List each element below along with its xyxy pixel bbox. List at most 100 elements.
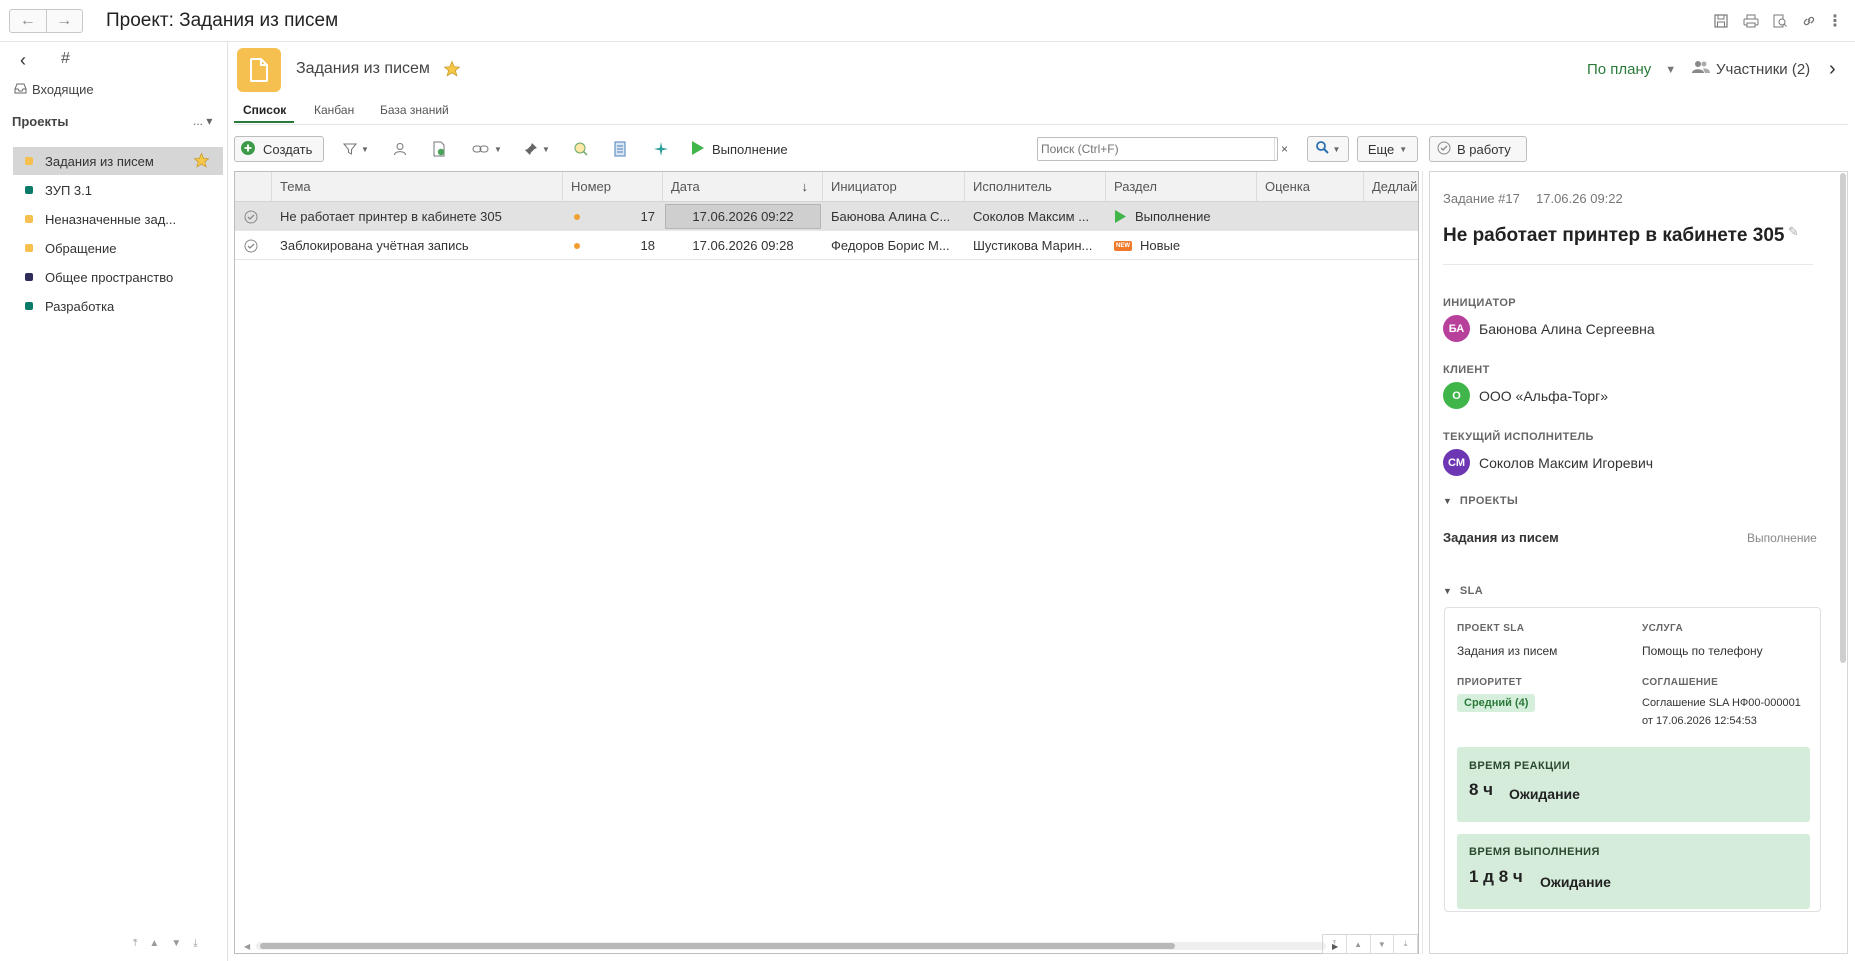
create-button[interactable]: Создать [234, 136, 324, 162]
participants-button[interactable]: Участники (2) [1692, 60, 1810, 78]
search-input[interactable] [1038, 138, 1273, 160]
table-header-section[interactable]: Раздел [1106, 172, 1257, 202]
grid-first-icon[interactable]: ⤒ [1323, 935, 1347, 953]
to-work-button[interactable]: В работу [1429, 136, 1527, 162]
sort-down-arrow-icon: ↓ [801, 179, 809, 194]
sidebar-item-label: Неназначенные зад... [45, 211, 177, 227]
tab-list[interactable]: Список [243, 103, 286, 117]
pin-icon[interactable]: ▼ [524, 139, 550, 159]
table-row[interactable]: Заблокирована учётная запись 18 17.06.20… [235, 231, 1418, 260]
document-refresh-icon[interactable] [432, 139, 446, 159]
chevron-down-icon: ▼ [1399, 144, 1408, 154]
sla-section-toggle[interactable]: ▼ SLA [1443, 585, 1483, 597]
cell-executor: Соколов Максим ... [973, 209, 1090, 224]
scroll-left-icon[interactable]: ◀ [244, 942, 250, 951]
sla-card: ПРОЕКТ SLA Задания из писем УСЛУГА Помощ… [1444, 607, 1821, 912]
sidebar-item-zup[interactable]: ЗУП 3.1 [13, 176, 223, 204]
link-chain-icon[interactable]: ▼ [472, 139, 502, 159]
sidebar-inbox[interactable]: Входящие [14, 82, 94, 97]
more-vertical-icon[interactable]: ⋮ [1826, 12, 1844, 30]
grid-last-icon[interactable]: ⤓ [1394, 935, 1417, 953]
print-icon[interactable] [1742, 12, 1760, 30]
project-color-dot [25, 302, 33, 310]
initiator-name[interactable]: Баюнова Алина Сергеевна [1479, 321, 1655, 337]
scroll-bottom-icon[interactable]: ⤓ [193, 938, 197, 949]
save-icon[interactable] [1712, 12, 1730, 30]
edit-pencil-icon[interactable]: ✎ [1788, 224, 1799, 240]
project-status: Выполнение [1747, 531, 1817, 545]
star-icon[interactable] [193, 152, 210, 172]
history-nav: ← → [9, 9, 83, 33]
scroll-up-icon[interactable]: ▲ [149, 938, 159, 949]
hash-icon[interactable]: # [61, 50, 70, 68]
row-status-icon[interactable] [235, 231, 272, 260]
sparkle-icon[interactable] [653, 139, 669, 159]
clear-search-icon[interactable]: × [1274, 138, 1294, 160]
plan-dropdown[interactable]: По плану ▼ [1587, 61, 1676, 78]
client-name[interactable]: ООО «Альфа-Торг» [1479, 388, 1608, 404]
row-status-icon[interactable] [235, 202, 272, 231]
priority-dot-icon [574, 213, 580, 220]
link-icon[interactable] [1800, 12, 1818, 30]
tab-kanban[interactable]: Канбан [314, 103, 354, 117]
more-button[interactable]: Еще ▼ [1357, 136, 1418, 162]
initiator-label: ИНИЦИАТОР [1443, 297, 1517, 309]
table-header-deadline[interactable]: Дедлай [1364, 172, 1418, 202]
tab-knowledge-base[interactable]: База знаний [380, 103, 449, 117]
number-value: 17 [640, 209, 655, 224]
table-header-status[interactable] [235, 172, 272, 202]
priority-badge: Средний (4) [1457, 694, 1536, 712]
preview-icon[interactable] [1771, 12, 1789, 30]
person-icon[interactable] [393, 139, 407, 159]
cell-date: 17.06.2026 09:22 [665, 204, 821, 229]
date-header-label: Дата [671, 179, 700, 194]
search-button[interactable]: ▼ [1307, 136, 1349, 162]
table-header-rating[interactable]: Оценка [1257, 172, 1364, 202]
scrollbar-thumb[interactable] [260, 943, 1175, 949]
create-label: Создать [263, 141, 313, 157]
sla-agreement-line1[interactable]: Соглашение SLA НФ00-000001 [1642, 697, 1801, 709]
projects-more-button[interactable]: ... ▾ [193, 114, 212, 128]
play-icon [1114, 209, 1127, 224]
executor-name[interactable]: Соколов Максим Игоревич [1479, 455, 1653, 471]
collapse-chevron-icon[interactable]: ‹ [20, 50, 26, 71]
horizontal-scrollbar[interactable] [256, 942, 1326, 950]
grid-up-icon[interactable]: ▲ [1347, 935, 1371, 953]
grid-down-icon[interactable]: ▼ [1371, 935, 1395, 953]
panel-splitter[interactable] [1422, 171, 1423, 954]
project-name[interactable]: Задания из писем [1443, 530, 1559, 545]
execute-button[interactable]: Выполнение [691, 139, 788, 159]
table-header-executor[interactable]: Исполнитель [965, 172, 1106, 202]
table-header-subject[interactable]: Тема [272, 172, 563, 202]
favorite-star-icon[interactable] [443, 60, 461, 83]
vertical-scrollbar-thumb[interactable] [1840, 173, 1846, 663]
sidebar-item-tasks-from-emails[interactable]: Задания из писем [13, 147, 223, 175]
task-date: 17.06.26 09:22 [1536, 191, 1623, 206]
search-tag-icon[interactable] [573, 139, 589, 159]
task-number: Задание #17 [1443, 191, 1520, 206]
tabs-divider [234, 124, 1848, 125]
calculator-icon[interactable] [614, 139, 626, 159]
table-row[interactable]: Не работает принтер в кабинете 305 17 17… [235, 202, 1418, 231]
project-color-dot [25, 273, 33, 281]
filter-icon[interactable]: ▼ [343, 139, 369, 159]
table-header-number[interactable]: Номер [563, 172, 663, 202]
sidebar-item-unassigned[interactable]: Неназначенные зад... [13, 205, 223, 233]
scroll-top-icon[interactable]: ⤒ [133, 938, 137, 949]
expand-chevron-icon[interactable]: › [1829, 58, 1836, 81]
cell-number: 18 [563, 231, 663, 260]
table-header-initiator[interactable]: Инициатор [823, 172, 965, 202]
sidebar-item-requests[interactable]: Обращение [13, 234, 223, 262]
back-arrow-icon[interactable]: ← [10, 10, 46, 32]
cell-subject: Заблокирована учётная запись [280, 238, 469, 253]
table-header-date[interactable]: Дата ↓ [663, 172, 823, 202]
sla-section-label: SLA [1459, 585, 1484, 597]
scroll-down-icon[interactable]: ▼ [171, 938, 181, 949]
projects-section-toggle[interactable]: ▼ ПРОЕКТЫ [1443, 495, 1518, 507]
forward-arrow-icon[interactable]: → [45, 10, 83, 32]
tasks-table: Тема Номер Дата ↓ Инициатор Исполнитель … [234, 171, 1419, 954]
sidebar-item-common-space[interactable]: Общее пространство [13, 263, 223, 291]
projects-title: Проекты [12, 114, 69, 129]
grid-nav-controls: ⤒ ▲ ▼ ⤓ [1322, 934, 1418, 954]
sidebar-item-development[interactable]: Разработка [13, 292, 223, 320]
